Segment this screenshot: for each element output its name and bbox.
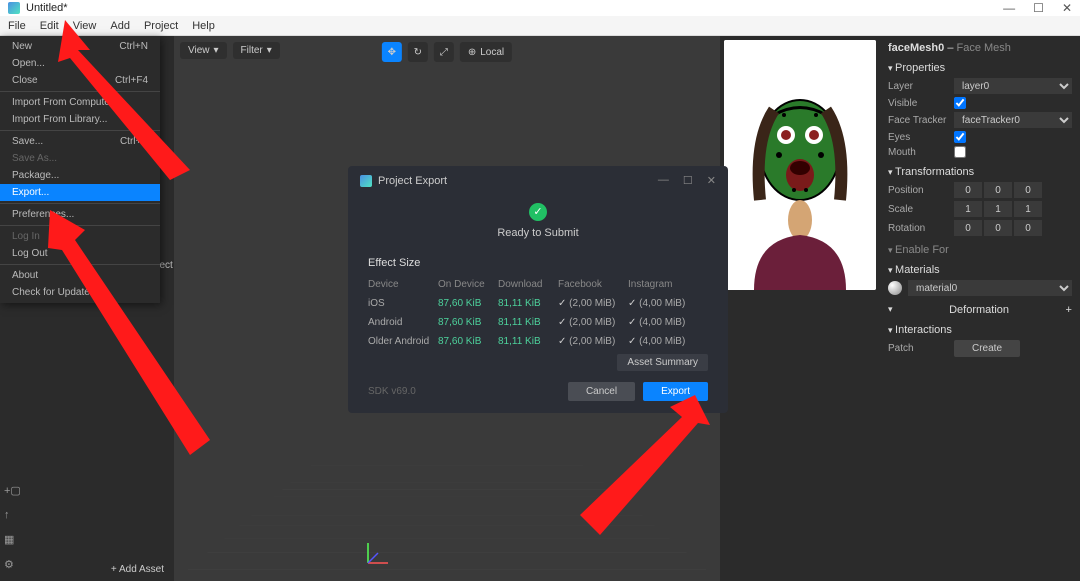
- modal-title: Project Export: [378, 175, 658, 187]
- section-transformations[interactable]: Transformations: [888, 166, 1072, 178]
- filter-dropdown[interactable]: Filter ▾: [233, 42, 280, 59]
- add-icon[interactable]: +▢: [4, 484, 20, 497]
- scale-tool-icon[interactable]: ⤢: [434, 42, 454, 62]
- modal-logo: [360, 175, 372, 187]
- ready-label: Ready to Submit: [348, 227, 728, 239]
- local-toggle[interactable]: ⊕ Local: [460, 42, 512, 62]
- effect-size-header: Effect Size: [368, 257, 708, 269]
- table-row: Older Android87,60 KiB81,11 KiB(2,00 MiB…: [368, 332, 708, 351]
- close-button[interactable]: ✕: [1062, 1, 1072, 15]
- table-header: DeviceOn DeviceDownloadFacebookInstagram: [368, 275, 708, 294]
- menu-file[interactable]: File: [8, 20, 26, 32]
- move-tool-icon[interactable]: ✥: [382, 42, 402, 62]
- annotation-arrow: [560, 395, 730, 545]
- preview-panel: [720, 36, 880, 581]
- scale-x[interactable]: [954, 201, 982, 217]
- eyes-checkbox[interactable]: [954, 131, 966, 143]
- rot-x[interactable]: [954, 220, 982, 236]
- sidebar-rail: +▢ ↑ ▦ ⚙: [0, 484, 20, 571]
- scale-y[interactable]: [984, 201, 1012, 217]
- library-icon[interactable]: ▦: [4, 533, 20, 546]
- add-deformation-icon[interactable]: +: [1066, 304, 1072, 316]
- check-icon: ✓: [529, 203, 547, 221]
- export-modal: Project Export — ☐ ✕ ✓ Ready to Submit Eff…: [348, 166, 728, 413]
- create-patch-button[interactable]: Create: [954, 340, 1020, 357]
- scale-z[interactable]: [1014, 201, 1042, 217]
- section-deformation[interactable]: Deformation+: [888, 304, 1072, 316]
- up-arrow-icon[interactable]: ↑: [4, 509, 20, 521]
- modal-close[interactable]: ✕: [707, 174, 716, 187]
- pos-z[interactable]: [1014, 182, 1042, 198]
- asset-summary-button[interactable]: Asset Summary: [617, 354, 708, 371]
- section-enable-for[interactable]: Enable For: [888, 244, 1072, 256]
- inspector-panel: faceMesh0 – Face Mesh Properties Layerla…: [880, 36, 1080, 581]
- titlebar: Untitled* — ☐ ✕: [0, 0, 1080, 16]
- sdk-version: SDK v69.0: [368, 386, 416, 397]
- annotation-arrow: [30, 210, 230, 460]
- axis-gizmo: [364, 539, 392, 567]
- chevron-down-icon: ▾: [267, 45, 272, 56]
- table-row: iOS87,60 KiB81,11 KiB(2,00 MiB)(4,00 MiB…: [368, 294, 708, 313]
- add-asset-button[interactable]: + Add Asset: [0, 558, 174, 581]
- maximize-button[interactable]: ☐: [1033, 1, 1044, 15]
- app-logo: [8, 2, 20, 14]
- material-swatch-icon: [888, 281, 902, 295]
- rotate-tool-icon[interactable]: ↻: [408, 42, 428, 62]
- section-materials[interactable]: Materials: [888, 264, 1072, 276]
- window-title: Untitled*: [26, 2, 1003, 14]
- modal-minimize[interactable]: —: [658, 174, 669, 187]
- section-interactions[interactable]: Interactions: [888, 324, 1072, 336]
- annotation-arrow: [30, 20, 230, 190]
- settings-icon[interactable]: ⚙: [4, 558, 20, 571]
- preview-image: [724, 40, 876, 290]
- mouth-checkbox[interactable]: [954, 146, 966, 158]
- table-row: Android87,60 KiB81,11 KiB(2,00 MiB)(4,00…: [368, 313, 708, 332]
- material-select[interactable]: material0: [908, 280, 1072, 296]
- visible-checkbox[interactable]: [954, 97, 966, 109]
- tracker-select[interactable]: faceTracker0: [954, 112, 1072, 128]
- pos-y[interactable]: [984, 182, 1012, 198]
- layer-select[interactable]: layer0: [954, 78, 1072, 94]
- pos-x[interactable]: [954, 182, 982, 198]
- minimize-button[interactable]: —: [1003, 1, 1015, 15]
- rot-z[interactable]: [1014, 220, 1042, 236]
- section-properties[interactable]: Properties: [888, 62, 1072, 74]
- rot-y[interactable]: [984, 220, 1012, 236]
- modal-maximize[interactable]: ☐: [683, 174, 693, 187]
